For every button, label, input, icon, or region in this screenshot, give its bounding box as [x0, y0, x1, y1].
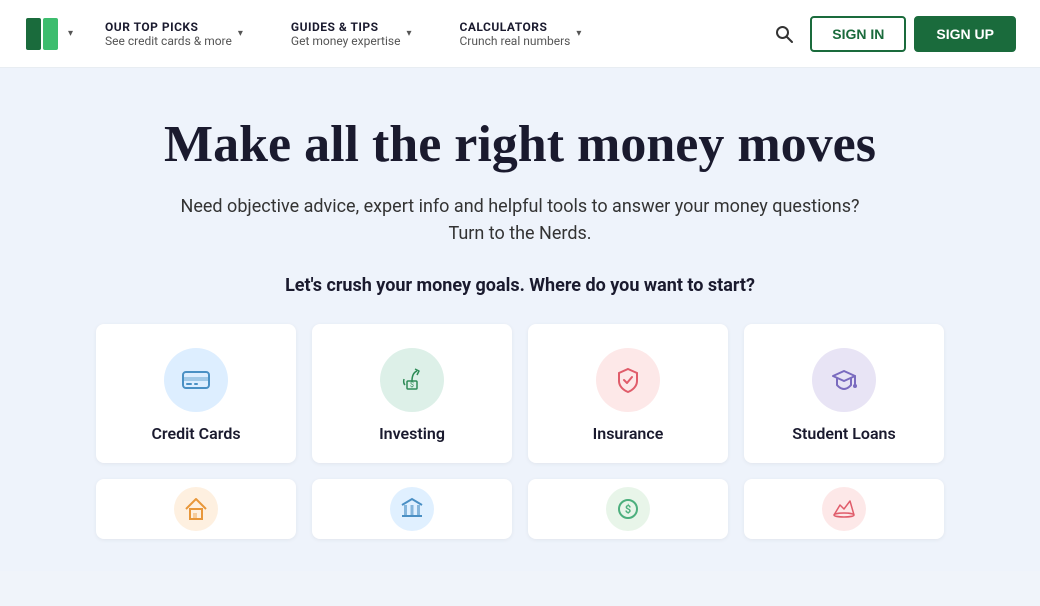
insurance-label: Insurance	[593, 424, 664, 443]
banking-icon-circle	[390, 487, 434, 531]
hero-subtitle: Need objective advice, expert info and h…	[180, 193, 860, 247]
nav-top-picks-subtitle: See credit cards & more	[105, 34, 232, 48]
investing-icon: $	[395, 363, 429, 397]
nav-item-top-picks[interactable]: OUR TOP PICKS See credit cards & more ▾	[89, 0, 275, 68]
nav-top-picks-title: OUR TOP PICKS	[105, 20, 232, 34]
credit-cards-label: Credit Cards	[151, 424, 240, 443]
insurance-icon-circle	[596, 348, 660, 412]
credit-cards-icon-circle	[164, 348, 228, 412]
money-icon-circle: $	[606, 487, 650, 531]
travel-icon	[830, 495, 858, 523]
home-icon	[182, 495, 210, 523]
investing-icon-circle: $	[380, 348, 444, 412]
nerdwallet-logo-icon	[24, 16, 60, 52]
signin-button[interactable]: SIGN IN	[810, 16, 906, 52]
category-card-banking[interactable]	[312, 479, 512, 539]
category-cards-row2: $	[24, 479, 1016, 539]
category-card-insurance[interactable]: Insurance	[528, 324, 728, 463]
nav-item-calculators[interactable]: CALCULATORS Crunch real numbers ▾	[444, 0, 614, 68]
nav-item-guides-tips[interactable]: GUIDES & TIPS Get money expertise ▾	[275, 0, 444, 68]
search-icon	[774, 24, 794, 44]
category-card-credit-cards[interactable]: Credit Cards	[96, 324, 296, 463]
category-card-travel[interactable]	[744, 479, 944, 539]
logo-area[interactable]	[24, 16, 60, 52]
insurance-icon	[611, 363, 645, 397]
nav-calculators-title: CALCULATORS	[460, 20, 571, 34]
student-loans-label: Student Loans	[792, 424, 895, 443]
nav-calculators-subtitle: Crunch real numbers	[460, 34, 571, 48]
category-cards-row1: Credit Cards $ Investing I	[24, 324, 1016, 463]
student-loans-icon	[827, 363, 861, 397]
nav-guides-title: GUIDES & TIPS	[291, 20, 401, 34]
calculators-chevron: ▾	[576, 28, 581, 39]
category-card-student-loans[interactable]: Student Loans	[744, 324, 944, 463]
logo-chevron[interactable]: ▾	[68, 28, 73, 39]
svg-text:$: $	[625, 503, 631, 516]
hero-title: Make all the right money moves	[164, 116, 876, 173]
investing-label: Investing	[379, 424, 445, 443]
signup-button[interactable]: SIGN UP	[914, 16, 1016, 52]
credit-cards-icon	[179, 363, 213, 397]
svg-text:$: $	[410, 381, 414, 389]
banking-icon	[398, 495, 426, 523]
category-card-investing[interactable]: $ Investing	[312, 324, 512, 463]
guides-chevron: ▾	[406, 28, 411, 39]
navbar: ▾ OUR TOP PICKS See credit cards & more …	[0, 0, 1040, 68]
home-icon-circle	[174, 487, 218, 531]
money-icon: $	[614, 495, 642, 523]
nav-guides-subtitle: Get money expertise	[291, 34, 401, 48]
student-loans-icon-circle	[812, 348, 876, 412]
top-picks-chevron: ▾	[238, 28, 243, 39]
category-card-home[interactable]	[96, 479, 296, 539]
travel-icon-circle	[822, 487, 866, 531]
hero-cta: Let's crush your money goals. Where do y…	[285, 275, 755, 296]
search-button[interactable]	[766, 16, 802, 52]
category-card-money[interactable]: $	[528, 479, 728, 539]
hero-section: Make all the right money moves Need obje…	[0, 68, 1040, 571]
